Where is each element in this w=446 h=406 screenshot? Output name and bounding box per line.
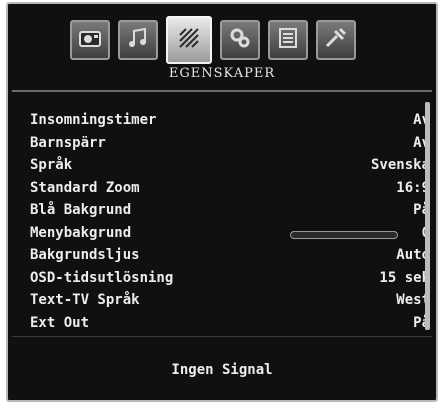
footer-divider xyxy=(12,336,432,337)
menu-scrollbar[interactable] xyxy=(425,102,430,330)
menu-item-barnsparr[interactable]: Barnspärr Av xyxy=(30,133,430,156)
menu-item-label: Menybakgrund xyxy=(30,224,132,241)
menu-item-value: Svenska xyxy=(370,157,430,173)
menu-item-label: Barnspärr xyxy=(30,134,106,151)
menu-items-list: Insomningstimer Av Barnspärr Av Språk Sv… xyxy=(30,110,430,335)
menu-item-sprak[interactable]: Språk Svenska xyxy=(30,155,430,178)
header-divider xyxy=(12,90,432,92)
menu-item-label: Text-TV Språk xyxy=(30,292,140,308)
tab-install[interactable] xyxy=(316,20,356,60)
source-icon xyxy=(275,25,301,55)
menu-item-insomningstimer[interactable]: Insomningstimer Av xyxy=(30,110,430,133)
install-icon xyxy=(323,25,349,55)
picture-icon xyxy=(77,25,103,55)
menu-item-value: 15 sek xyxy=(379,269,430,286)
tab-source[interactable] xyxy=(268,20,308,60)
menu-tab-bar xyxy=(70,16,404,64)
menu-item-text-tv-sprak[interactable]: Text-TV Språk West xyxy=(30,290,430,313)
menu-item-label: OSD-tidsutlösning xyxy=(30,269,174,286)
tab-features[interactable] xyxy=(166,16,212,64)
menu-item-menybakgrund[interactable]: Menybakgrund 0 xyxy=(30,223,430,246)
menu-item-bakgrundsljus[interactable]: Bakgrundsljus Auto xyxy=(30,245,430,268)
menu-item-standard-zoom[interactable]: Standard Zoom 16:9 xyxy=(30,178,430,201)
features-icon xyxy=(176,25,202,55)
section-title: EGENSKAPER xyxy=(168,66,276,81)
sound-icon xyxy=(125,25,151,55)
menybakgrund-slider[interactable] xyxy=(290,230,398,239)
menu-item-label: Standard Zoom xyxy=(30,179,140,196)
menu-item-ext-out[interactable]: Ext Out På xyxy=(30,313,430,336)
tab-picture[interactable] xyxy=(70,20,110,60)
tab-settings[interactable] xyxy=(220,20,260,60)
tab-sound[interactable] xyxy=(118,20,158,60)
menu-item-label: Ext Out xyxy=(30,314,90,331)
signal-status-text: Ingen Signal xyxy=(171,362,273,378)
menu-item-label: Språk xyxy=(30,157,73,173)
menu-item-osd-tidsutlosning[interactable]: OSD-tidsutlösning 15 sek xyxy=(30,268,430,291)
settings-icon xyxy=(227,25,253,55)
menu-item-bla-bakgrund[interactable]: Blå Bakgrund På xyxy=(30,200,430,223)
osd-menu-panel: EGENSKAPER Insomningstimer Av Barnspärr … xyxy=(6,2,438,402)
menu-item-label: Bakgrundsljus xyxy=(30,247,140,263)
menu-item-label: Blå Bakgrund xyxy=(30,202,132,218)
menu-item-label: Insomningstimer xyxy=(30,112,157,128)
